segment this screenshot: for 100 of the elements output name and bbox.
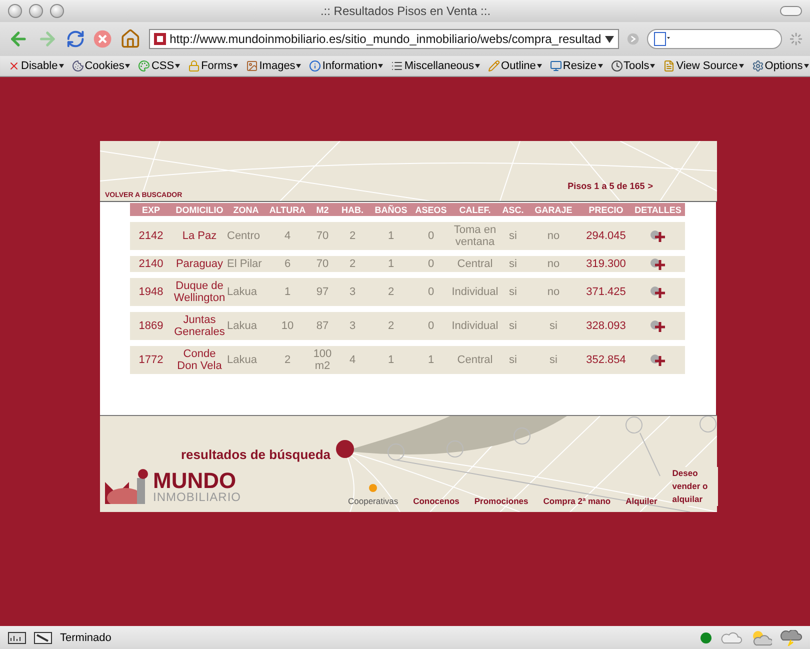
toolbar-toggle-button[interactable] bbox=[780, 6, 802, 16]
caret-icon bbox=[296, 64, 302, 68]
x-icon bbox=[8, 60, 20, 72]
toolbar-menu-button[interactable]: Outline bbox=[486, 60, 544, 72]
table-cell-text: Individual bbox=[450, 286, 500, 298]
table-cell-text: 4 bbox=[283, 230, 292, 242]
close-button[interactable] bbox=[8, 4, 22, 18]
caret-icon bbox=[536, 64, 542, 68]
table-cell-text: 1 bbox=[283, 286, 292, 298]
toolbar-menu-button[interactable]: View Source bbox=[661, 60, 746, 72]
nav-link[interactable]: Alquiler bbox=[626, 496, 658, 506]
column-header: BAÑOS bbox=[374, 204, 408, 214]
table-cell-text: 319.300 bbox=[585, 258, 627, 270]
status-dot-icon bbox=[700, 632, 712, 644]
nav-link[interactable]: Deseo vender o alquilar bbox=[672, 467, 718, 506]
pen-icon[interactable] bbox=[34, 632, 52, 644]
zoom-button[interactable] bbox=[50, 4, 64, 18]
reload-icon[interactable] bbox=[66, 28, 85, 50]
table-cell-text: 371.425 bbox=[585, 286, 627, 298]
table-cell-text: 2 bbox=[348, 258, 357, 270]
document-icon bbox=[663, 60, 676, 72]
pencil-icon bbox=[488, 60, 500, 72]
caret-icon bbox=[378, 64, 384, 68]
table-cell-text: 3 bbox=[348, 320, 357, 332]
toolbar-menu-button[interactable]: Miscellaneous bbox=[389, 60, 482, 72]
table-cell-text: Lakua bbox=[227, 354, 258, 366]
table-cell-text: 2 bbox=[386, 286, 396, 298]
caret-icon bbox=[233, 64, 238, 68]
table-cell-text: Juntas Generales bbox=[173, 314, 226, 338]
table-cell-text: 0 bbox=[426, 258, 436, 270]
table-cell-text: Paraguay bbox=[174, 258, 224, 270]
settings-icon bbox=[752, 60, 764, 72]
cloud-icon bbox=[720, 632, 742, 644]
table-cell-text: si bbox=[508, 258, 518, 270]
caret-icon bbox=[598, 64, 603, 68]
lock-icon bbox=[188, 60, 200, 72]
table-cell-text: 6 bbox=[283, 258, 292, 270]
sun-cloud-icon bbox=[750, 630, 772, 646]
table-cell-text: 2142 bbox=[138, 230, 164, 242]
table-cell-text: si bbox=[548, 354, 558, 366]
table-cell-text: 0 bbox=[426, 320, 436, 332]
minimize-button[interactable] bbox=[29, 4, 43, 18]
toolbar-menu-button[interactable]: Options bbox=[750, 60, 810, 72]
column-header: ASEOS bbox=[414, 204, 448, 214]
table-cell-text: si bbox=[548, 320, 558, 332]
caret-icon bbox=[804, 64, 809, 68]
table-cell-text: no bbox=[546, 230, 561, 242]
column-header: M2 bbox=[315, 204, 330, 214]
table-cell-text: no bbox=[546, 258, 561, 270]
toolbar-menu-button[interactable]: Disable bbox=[6, 60, 66, 72]
details-button[interactable] bbox=[650, 320, 666, 332]
address-field[interactable]: http://www.mundoinmobiliario.es/sitio_mundo_inmobiliario/webs/compra_resultad bbox=[148, 29, 620, 49]
table-cell-text: 87 bbox=[315, 320, 330, 332]
column-header: HAB. bbox=[340, 204, 364, 214]
nav-link[interactable]: Promociones bbox=[474, 496, 528, 506]
table-cell-text: Individual bbox=[450, 320, 500, 332]
table-cell-text: 1772 bbox=[138, 354, 164, 366]
caret-icon bbox=[738, 64, 744, 68]
table-cell-text: 1948 bbox=[138, 286, 164, 298]
table-cell-text: 70 bbox=[315, 230, 330, 242]
details-button[interactable] bbox=[650, 230, 666, 242]
table-cell-text: Central bbox=[456, 354, 494, 366]
column-header: EXP bbox=[140, 204, 161, 214]
details-button[interactable] bbox=[650, 354, 666, 366]
table-cell-text: 10 bbox=[280, 320, 295, 332]
toolbar-menu-button[interactable]: Images bbox=[244, 60, 304, 72]
caret-icon bbox=[58, 64, 64, 68]
table-cell-text: La Paz bbox=[181, 230, 218, 242]
image-icon bbox=[246, 60, 258, 72]
search-field[interactable] bbox=[647, 29, 782, 49]
toolbar-menu-button[interactable]: CSS bbox=[136, 60, 182, 72]
toolbar-menu-button[interactable]: Information bbox=[307, 60, 386, 72]
table-cell-text: 328.093 bbox=[585, 320, 627, 332]
stop-icon[interactable] bbox=[92, 28, 112, 50]
table-cell-text: 2 bbox=[386, 320, 396, 332]
nav-link[interactable]: Cooperativas bbox=[348, 484, 398, 506]
caret-icon bbox=[175, 64, 180, 68]
table-cell-text: no bbox=[546, 286, 561, 298]
table-cell-text: 2 bbox=[348, 230, 357, 242]
details-button[interactable] bbox=[650, 258, 666, 270]
table-cell-text: si bbox=[508, 320, 518, 332]
column-header: GARAJE bbox=[534, 204, 574, 214]
nav-link[interactable]: Conocenos bbox=[413, 496, 460, 506]
toolbar-menu-button[interactable]: Resize bbox=[548, 60, 605, 72]
nav-link[interactable]: Compra 2ª mano bbox=[543, 496, 611, 506]
dropdown-icon[interactable] bbox=[605, 36, 614, 42]
table-cell-text: Conde Don Vela bbox=[176, 348, 223, 372]
table-cell-text: 4 bbox=[348, 354, 357, 366]
pagination-text: Pisos 1 a 5 de 165 bbox=[568, 181, 645, 191]
toolbar-menu-button[interactable]: Tools bbox=[608, 60, 658, 72]
search-engine-icon[interactable] bbox=[654, 32, 670, 46]
monitor-icon[interactable] bbox=[8, 632, 26, 644]
section-title: resultados de búsqueda bbox=[181, 447, 331, 462]
toolbar-menu-button[interactable]: Cookies bbox=[70, 60, 132, 72]
table-cell-text: 70 bbox=[315, 258, 330, 270]
next-page-link[interactable]: > bbox=[648, 181, 653, 191]
toolbar-menu-button[interactable]: Forms bbox=[186, 60, 240, 72]
table-cell-text: Duque de Wellington bbox=[172, 280, 226, 304]
details-button[interactable] bbox=[650, 286, 666, 298]
table-cell-text: si bbox=[508, 286, 518, 298]
